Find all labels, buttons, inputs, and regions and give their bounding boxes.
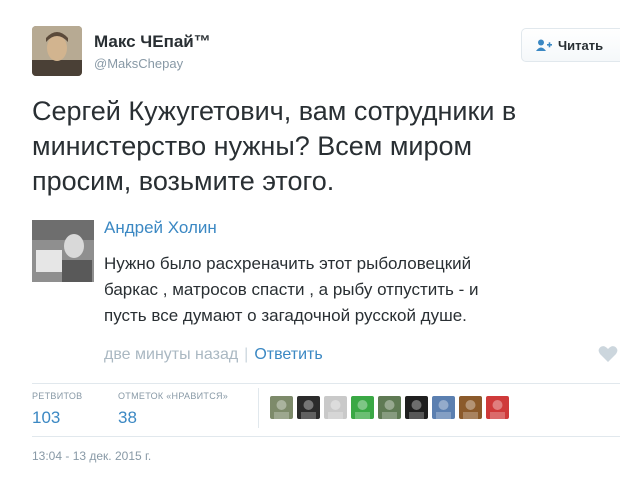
tweet-text: Сергей Кужугетович, вам сотрудники в мин… — [32, 94, 607, 199]
quoted-line: пусть все думают о загадочной русской ду… — [104, 306, 467, 325]
liker-avatar-icon[interactable] — [324, 396, 347, 419]
user-plus-icon — [536, 39, 552, 51]
liker-avatar-icon[interactable] — [378, 396, 401, 419]
retweets-label: РЕТВИТОВ — [32, 391, 83, 401]
tweet-line: просим, возьмите этого. — [32, 166, 335, 196]
quoted-author-avatar[interactable] — [32, 220, 94, 282]
tweet-line: Сергей Кужугетович, вам сотрудники в — [32, 96, 517, 126]
stats-separator — [258, 388, 259, 428]
likes-count[interactable]: 38 — [118, 408, 137, 428]
liker-avatar-icon[interactable] — [270, 396, 293, 419]
meta-separator: | — [244, 346, 249, 363]
quoted-text: Нужно было расхреначить этот рыболовецки… — [104, 251, 604, 329]
quoted-line: Нужно было расхреначить этот рыболовецки… — [104, 254, 472, 273]
divider — [32, 383, 620, 384]
follow-button[interactable]: Читать — [521, 28, 620, 62]
likes-label: ОТМЕТОК «НРАВИТСЯ» — [118, 391, 229, 401]
heart-icon — [598, 346, 618, 362]
quoted-line: баркас , матросов спасти , а рыбу отпуст… — [104, 280, 479, 299]
like-button[interactable] — [598, 345, 618, 368]
quoted-author-name[interactable]: Андрей Холин — [104, 218, 217, 238]
liker-avatar-icon[interactable] — [459, 396, 482, 419]
liker-avatar-icon[interactable] — [405, 396, 428, 419]
retweets-count[interactable]: 103 — [32, 408, 60, 428]
author-name[interactable]: Макс ЧЕпай™ — [94, 32, 211, 52]
quoted-meta: две минуты назад | Ответить — [104, 346, 323, 364]
likers-list — [270, 396, 509, 419]
divider — [32, 436, 620, 437]
quoted-time[interactable]: две минуты назад — [104, 346, 238, 363]
liker-avatar-icon[interactable] — [351, 396, 374, 419]
reply-link[interactable]: Ответить — [254, 346, 322, 363]
tweet-timestamp[interactable]: 13:04 - 13 дек. 2015 г. — [32, 449, 151, 463]
tweet-line: министерство нужны? Всем миром — [32, 131, 473, 161]
author-handle[interactable]: @MaksChepay — [94, 56, 183, 71]
liker-avatar-icon[interactable] — [297, 396, 320, 419]
follow-button-label: Читать — [558, 37, 604, 53]
author-avatar[interactable] — [32, 26, 82, 76]
liker-avatar-icon[interactable] — [486, 396, 509, 419]
liker-avatar-icon[interactable] — [432, 396, 455, 419]
